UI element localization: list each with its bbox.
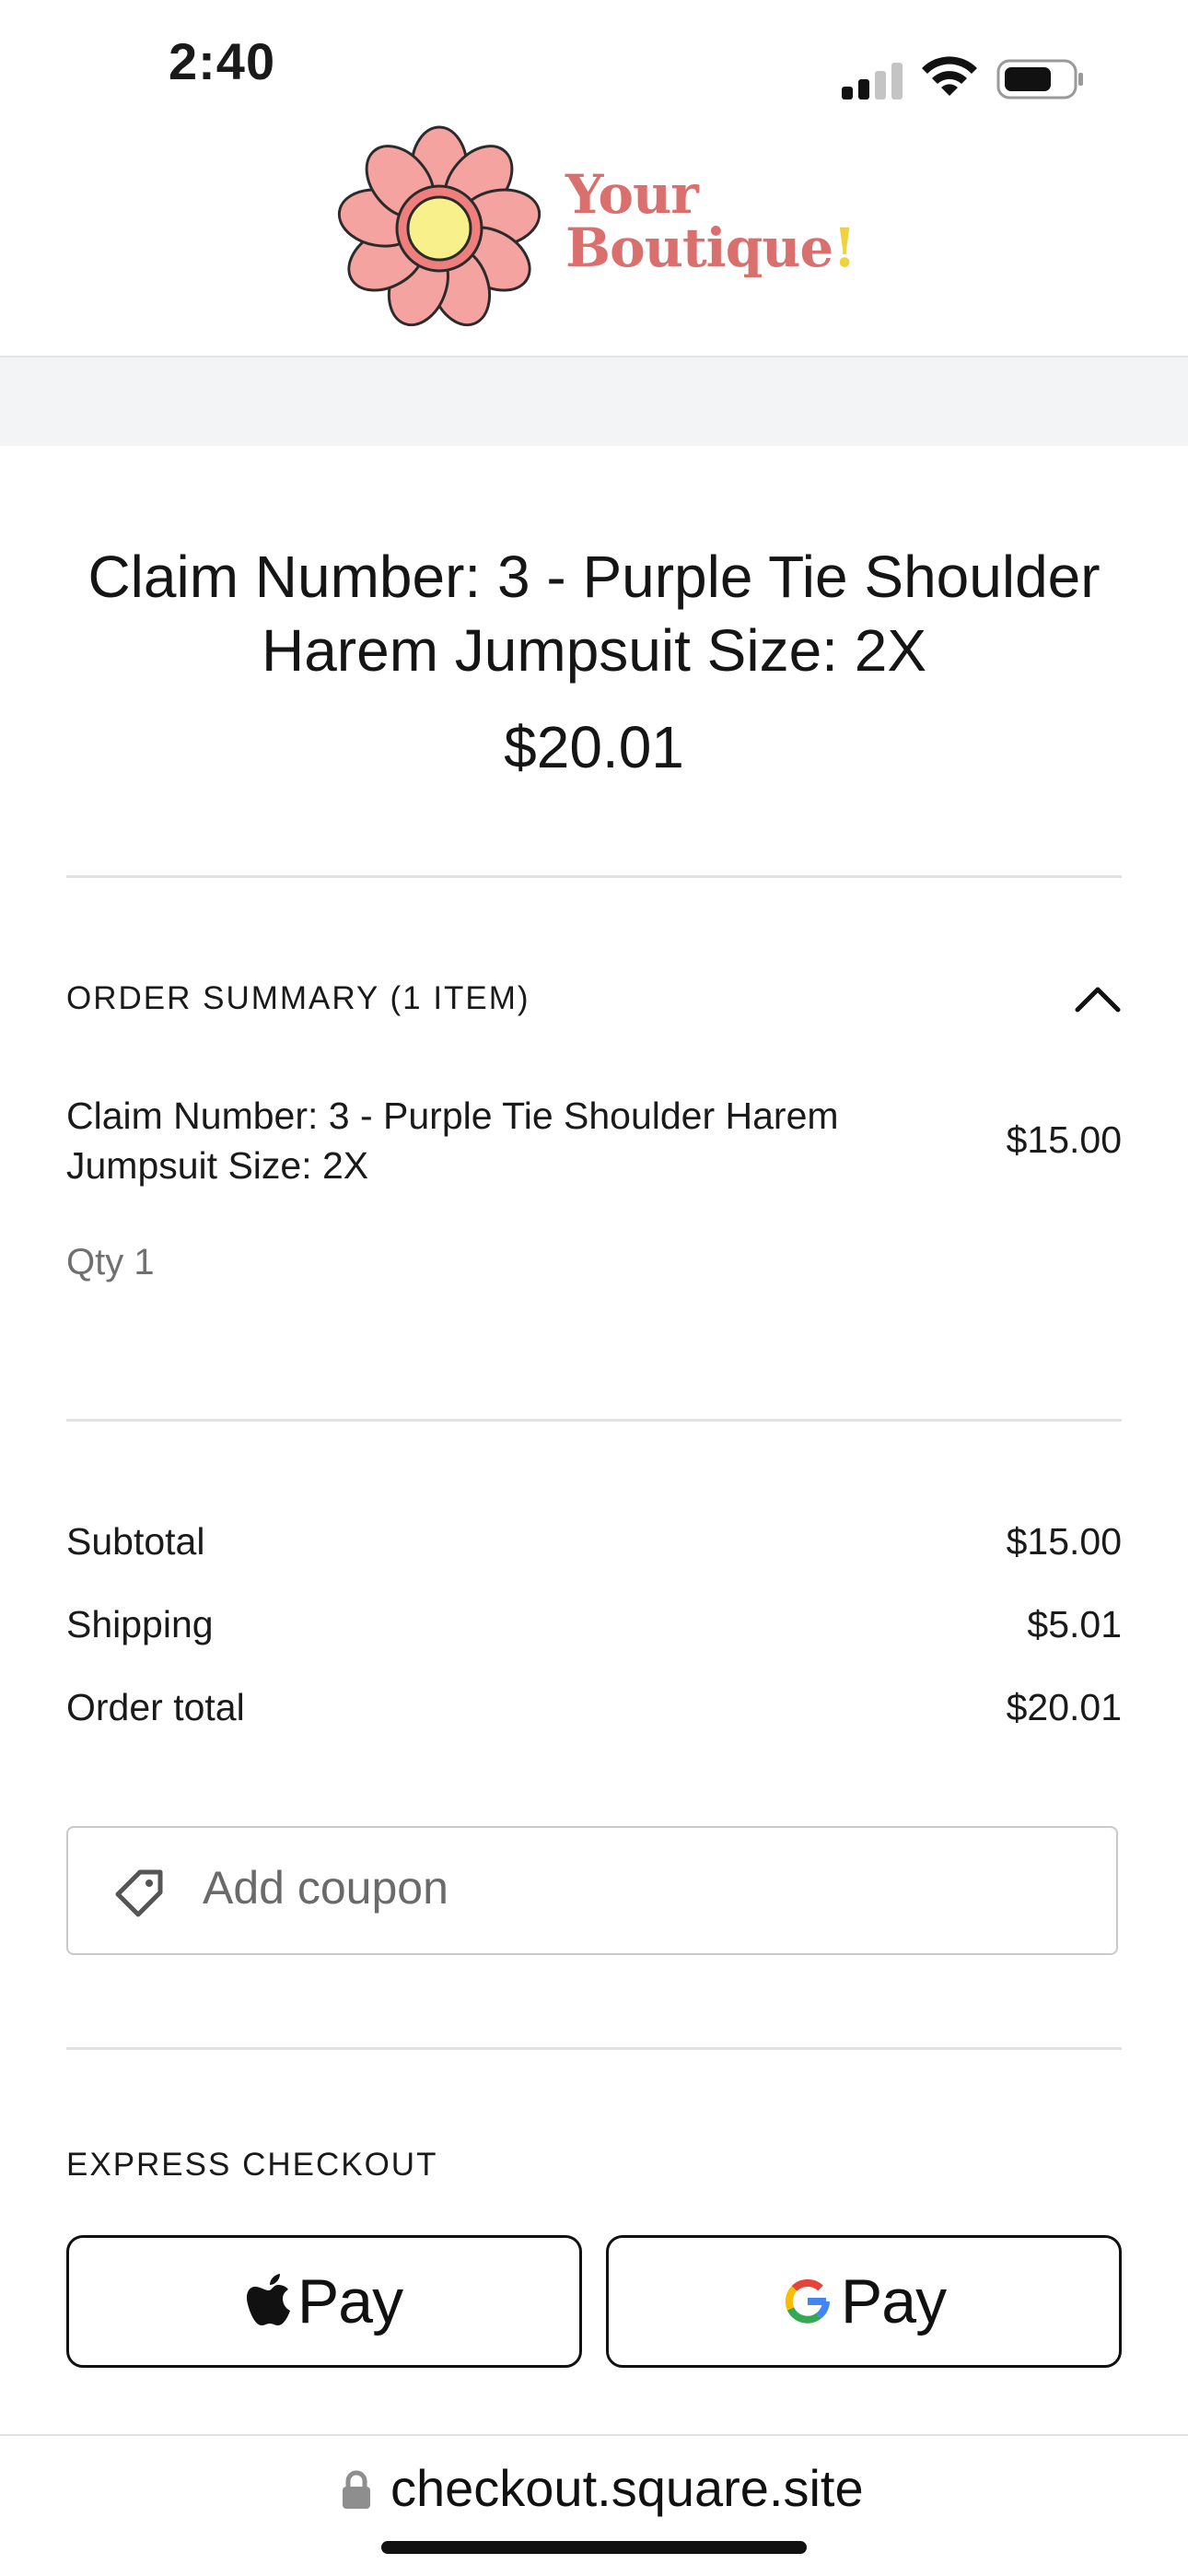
- order-item-price: $15.00: [1006, 1118, 1122, 1161]
- logo-exclamation: !: [833, 217, 856, 279]
- browser-url-text[interactable]: checkout.square.site: [390, 2458, 864, 2518]
- shipping-label: Shipping: [66, 1603, 214, 1645]
- express-checkout-heading: EXPRESS CHECKOUT: [66, 2147, 438, 2183]
- status-time: 2:40: [169, 32, 276, 90]
- cellular-signal-icon: [842, 63, 903, 100]
- lock-icon: [343, 2470, 370, 2509]
- subtotal-value: $15.00: [1006, 1520, 1122, 1563]
- boutique-logo-flower-icon: [337, 125, 542, 327]
- divider: [66, 1419, 1122, 1422]
- order-item-qty: Qty 1: [66, 1242, 155, 1282]
- google-pay-label: Pay: [840, 2266, 947, 2336]
- logo-line-2-word: Boutique: [565, 217, 833, 279]
- apple-logo-icon: [246, 2274, 290, 2325]
- page-title: Claim Number: 3 - Purple Tie Shoulder Ha…: [87, 544, 1101, 684]
- subtotal-label: Subtotal: [66, 1520, 205, 1563]
- order-total-value: $20.01: [1006, 1686, 1122, 1728]
- divider: [66, 875, 1122, 878]
- boutique-logo-text: Your Boutique!: [565, 168, 856, 275]
- apple-pay-label: Pay: [297, 2266, 403, 2336]
- coupon-input[interactable]: Add coupon: [66, 1826, 1118, 1955]
- apple-pay-button[interactable]: Pay: [66, 2235, 582, 2368]
- home-indicator[interactable]: [381, 2541, 807, 2554]
- wifi-icon: [922, 56, 977, 96]
- order-item-name: Claim Number: 3 - Purple Tie Shoulder Ha…: [66, 1095, 839, 1187]
- coupon-placeholder: Add coupon: [203, 1862, 448, 1914]
- order-total-label: Order total: [66, 1686, 245, 1728]
- tag-icon: [115, 1869, 163, 1917]
- divider: [66, 2047, 1122, 2050]
- order-summary-heading[interactable]: ORDER SUMMARY (1 ITEM): [66, 980, 530, 1017]
- header-gray-band: [0, 357, 1188, 446]
- page-total-amount: $20.01: [504, 714, 684, 780]
- chevron-up-icon[interactable]: [1074, 982, 1122, 1015]
- logo-line-1: Your: [565, 163, 699, 226]
- google-logo-icon: [785, 2279, 830, 2324]
- shipping-value: $5.01: [1027, 1603, 1122, 1645]
- battery-icon: [996, 59, 1083, 100]
- google-pay-button[interactable]: Pay: [606, 2235, 1122, 2368]
- logo-line-2: Boutique!: [565, 221, 856, 275]
